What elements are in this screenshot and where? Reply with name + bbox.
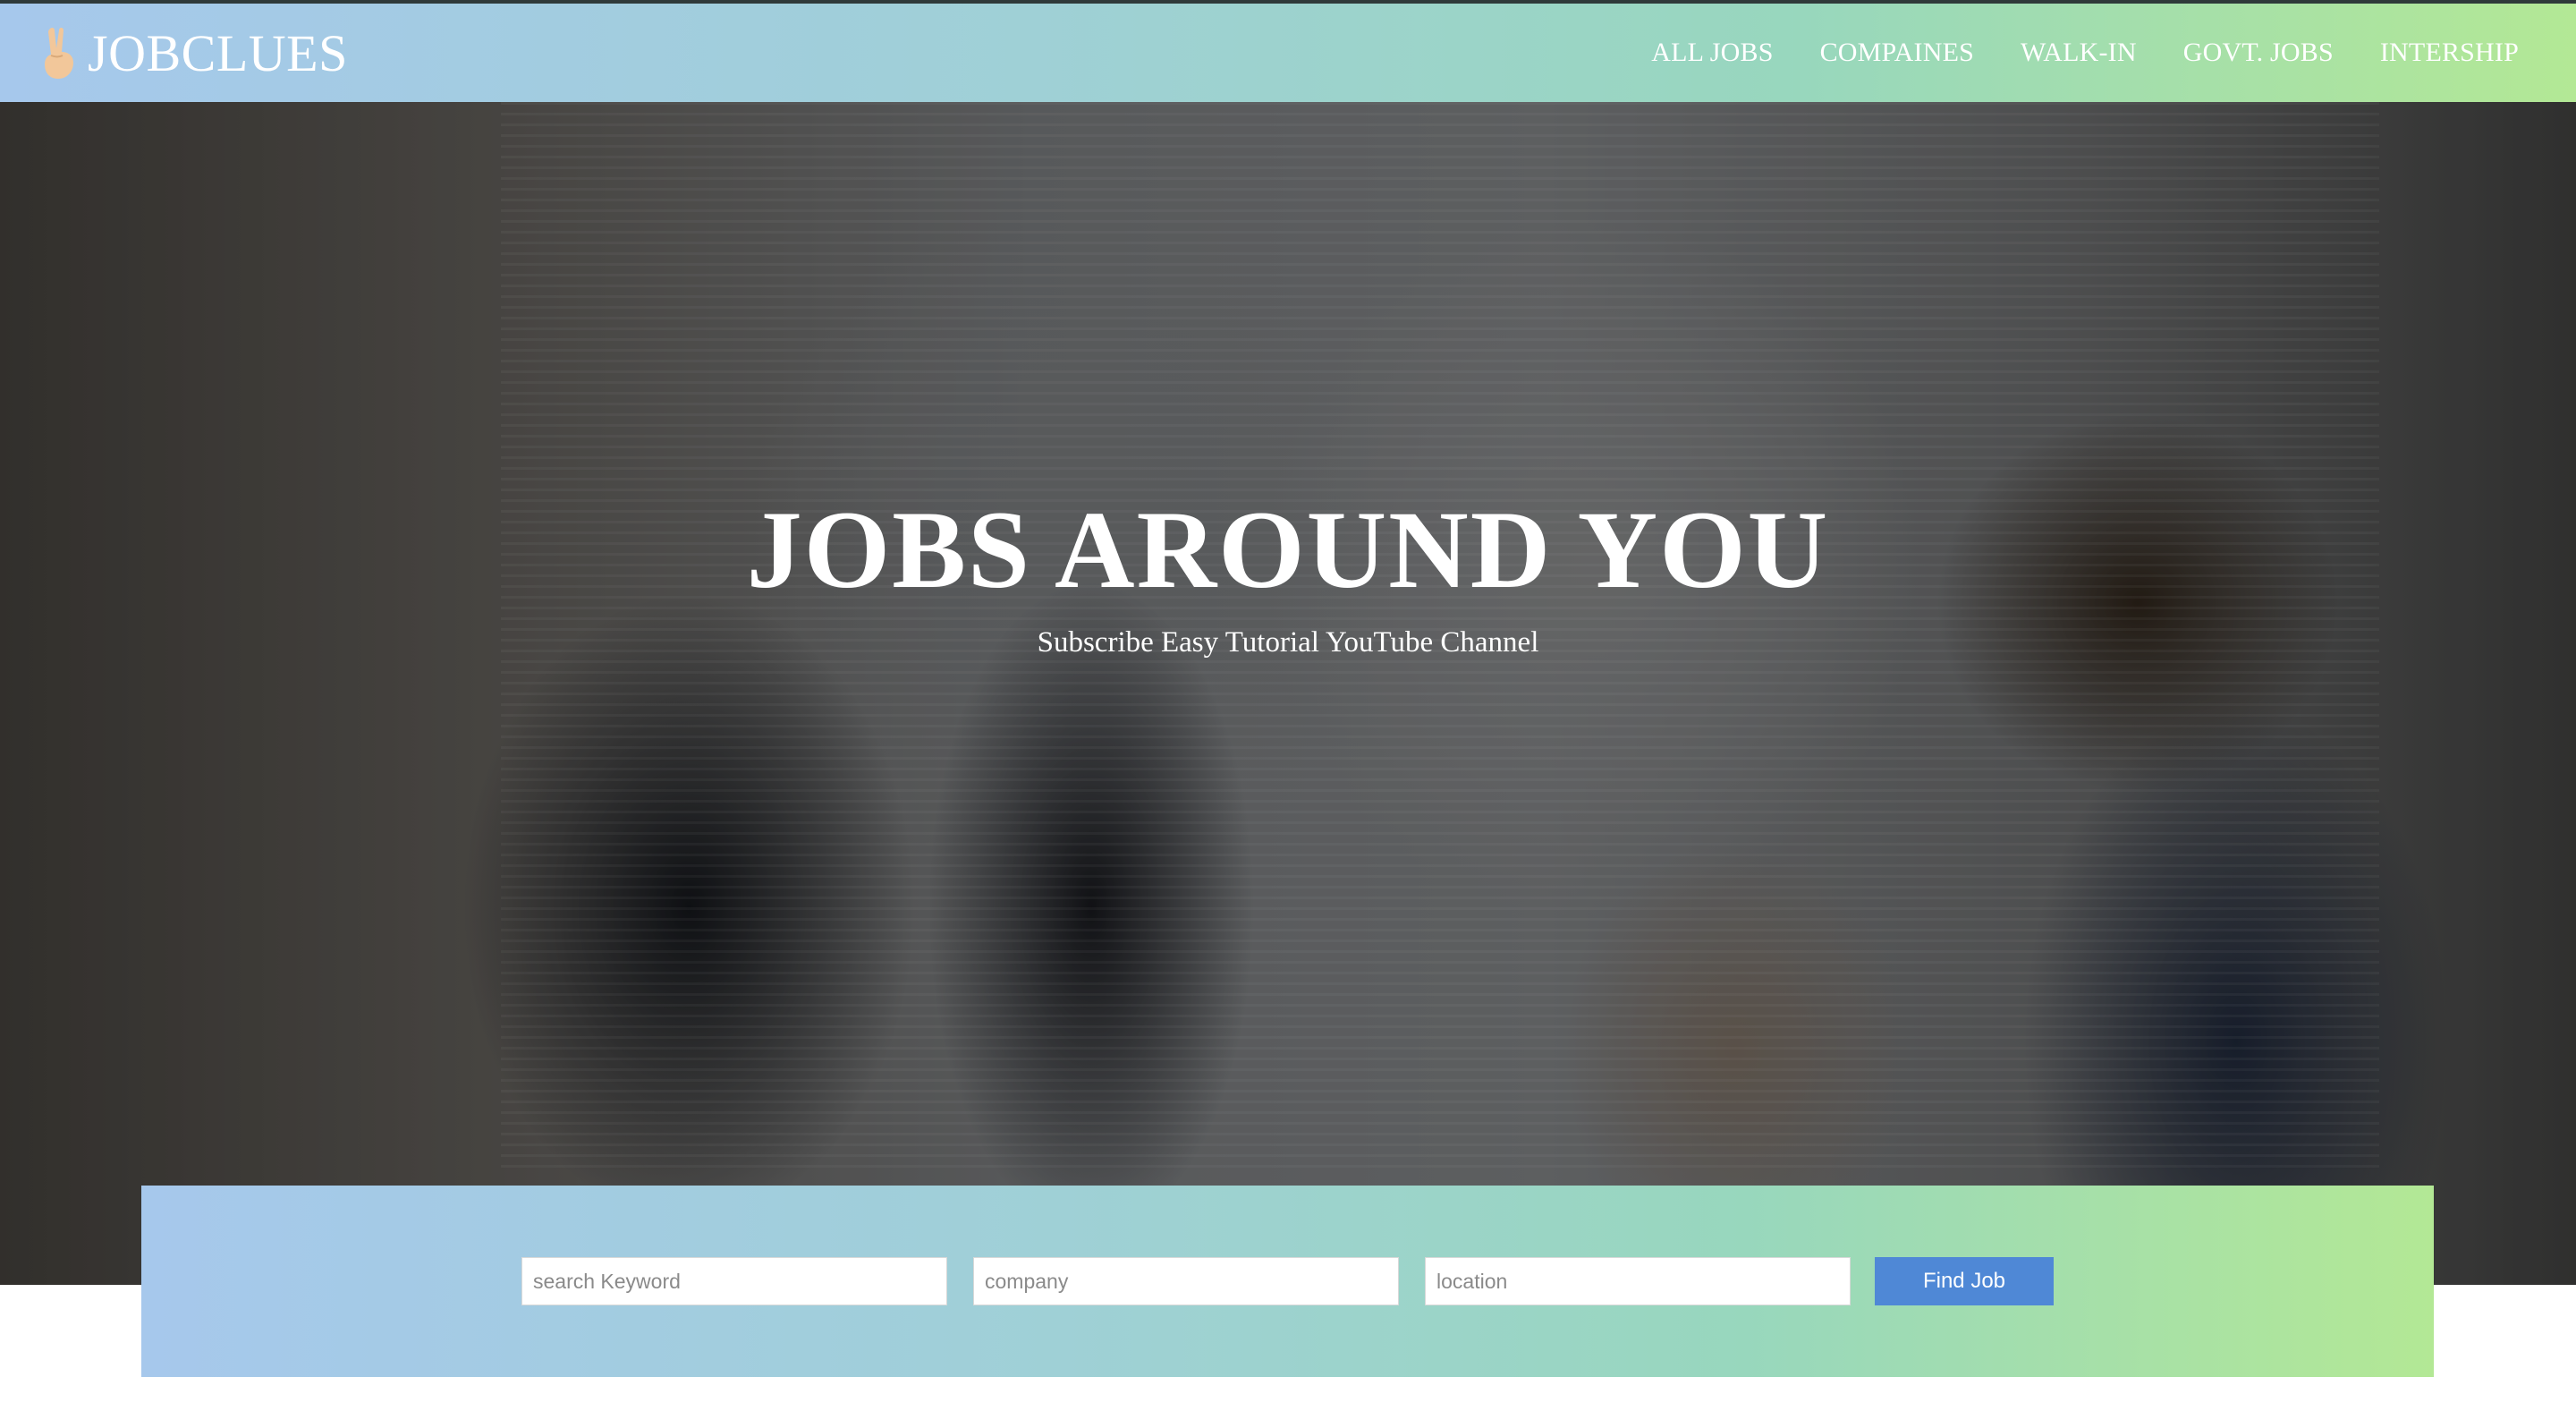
- company-input[interactable]: [973, 1257, 1399, 1305]
- nav-walk-in[interactable]: WALK-IN: [2021, 38, 2137, 68]
- navbar: JOBCLUES ALL JOBS COMPAINES WALK-IN GOVT…: [0, 4, 2576, 102]
- victory-hand-icon: [45, 27, 73, 80]
- find-job-button[interactable]: Find Job: [1875, 1257, 2054, 1305]
- brand-name: JOBCLUES: [88, 23, 348, 82]
- nav-companies[interactable]: COMPAINES: [1820, 38, 1974, 68]
- nav-all-jobs[interactable]: ALL JOBS: [1651, 38, 1773, 68]
- hero-title: JOBS AROUND YOU: [746, 489, 1830, 611]
- hero-subtitle: Subscribe Easy Tutorial YouTube Channel: [1037, 626, 1539, 659]
- hero-banner: JOBS AROUND YOU Subscribe Easy Tutorial …: [0, 102, 2576, 1285]
- hero-overlay: [0, 102, 2576, 1285]
- nav-internship[interactable]: INTERSHIP: [2380, 38, 2519, 68]
- main-nav: ALL JOBS COMPAINES WALK-IN GOVT. JOBS IN…: [1651, 38, 2519, 68]
- location-input[interactable]: [1425, 1257, 1851, 1305]
- nav-govt-jobs[interactable]: GOVT. JOBS: [2183, 38, 2334, 68]
- brand-logo[interactable]: JOBCLUES: [39, 23, 348, 83]
- keyword-input[interactable]: [521, 1257, 947, 1305]
- job-search-panel: Find Job: [141, 1186, 2434, 1377]
